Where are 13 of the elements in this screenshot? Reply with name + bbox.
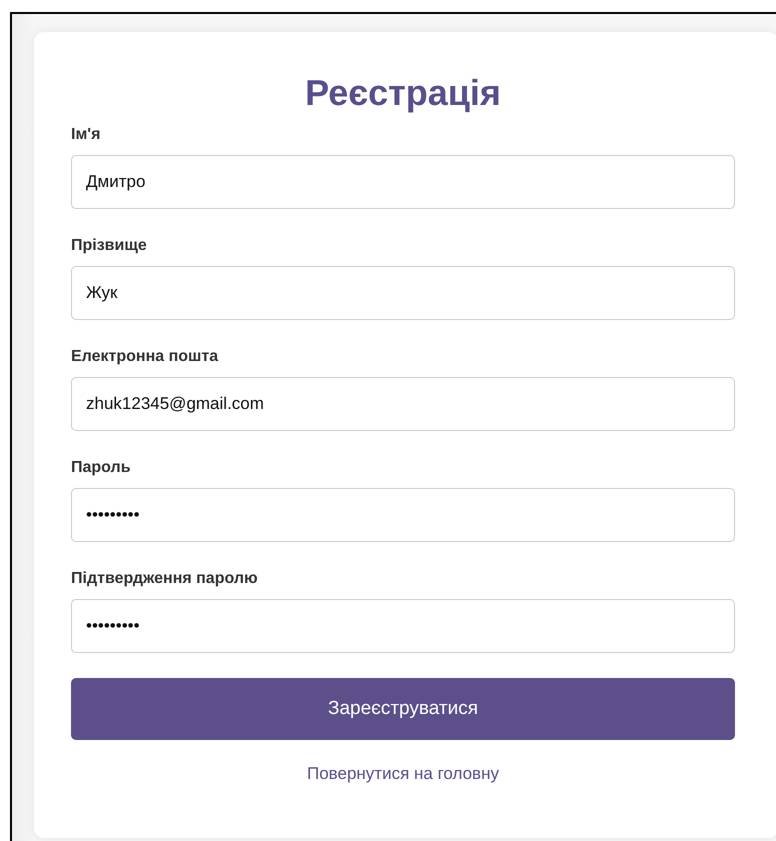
field-label: Ім'я [71,126,102,144]
form-title: Реєстрація [304,72,502,114]
input-field[interactable]: ••••••••• [71,599,735,653]
input-field[interactable]: Жук [71,266,735,320]
field-label: Прізвище [71,237,148,255]
input-field[interactable]: ••••••••• [71,488,735,542]
field-label: Пароль [71,459,132,477]
register-button[interactable]: Зареєструватися [71,678,735,740]
field-label: Підтвердження паролю [71,570,259,588]
input-field[interactable]: zhuk12345@gmail.com [71,377,735,431]
field-label: Електронна пошта [71,348,220,366]
input-field[interactable]: Дмитро [71,155,735,209]
home-link[interactable]: Повернутися на головну [307,764,499,783]
